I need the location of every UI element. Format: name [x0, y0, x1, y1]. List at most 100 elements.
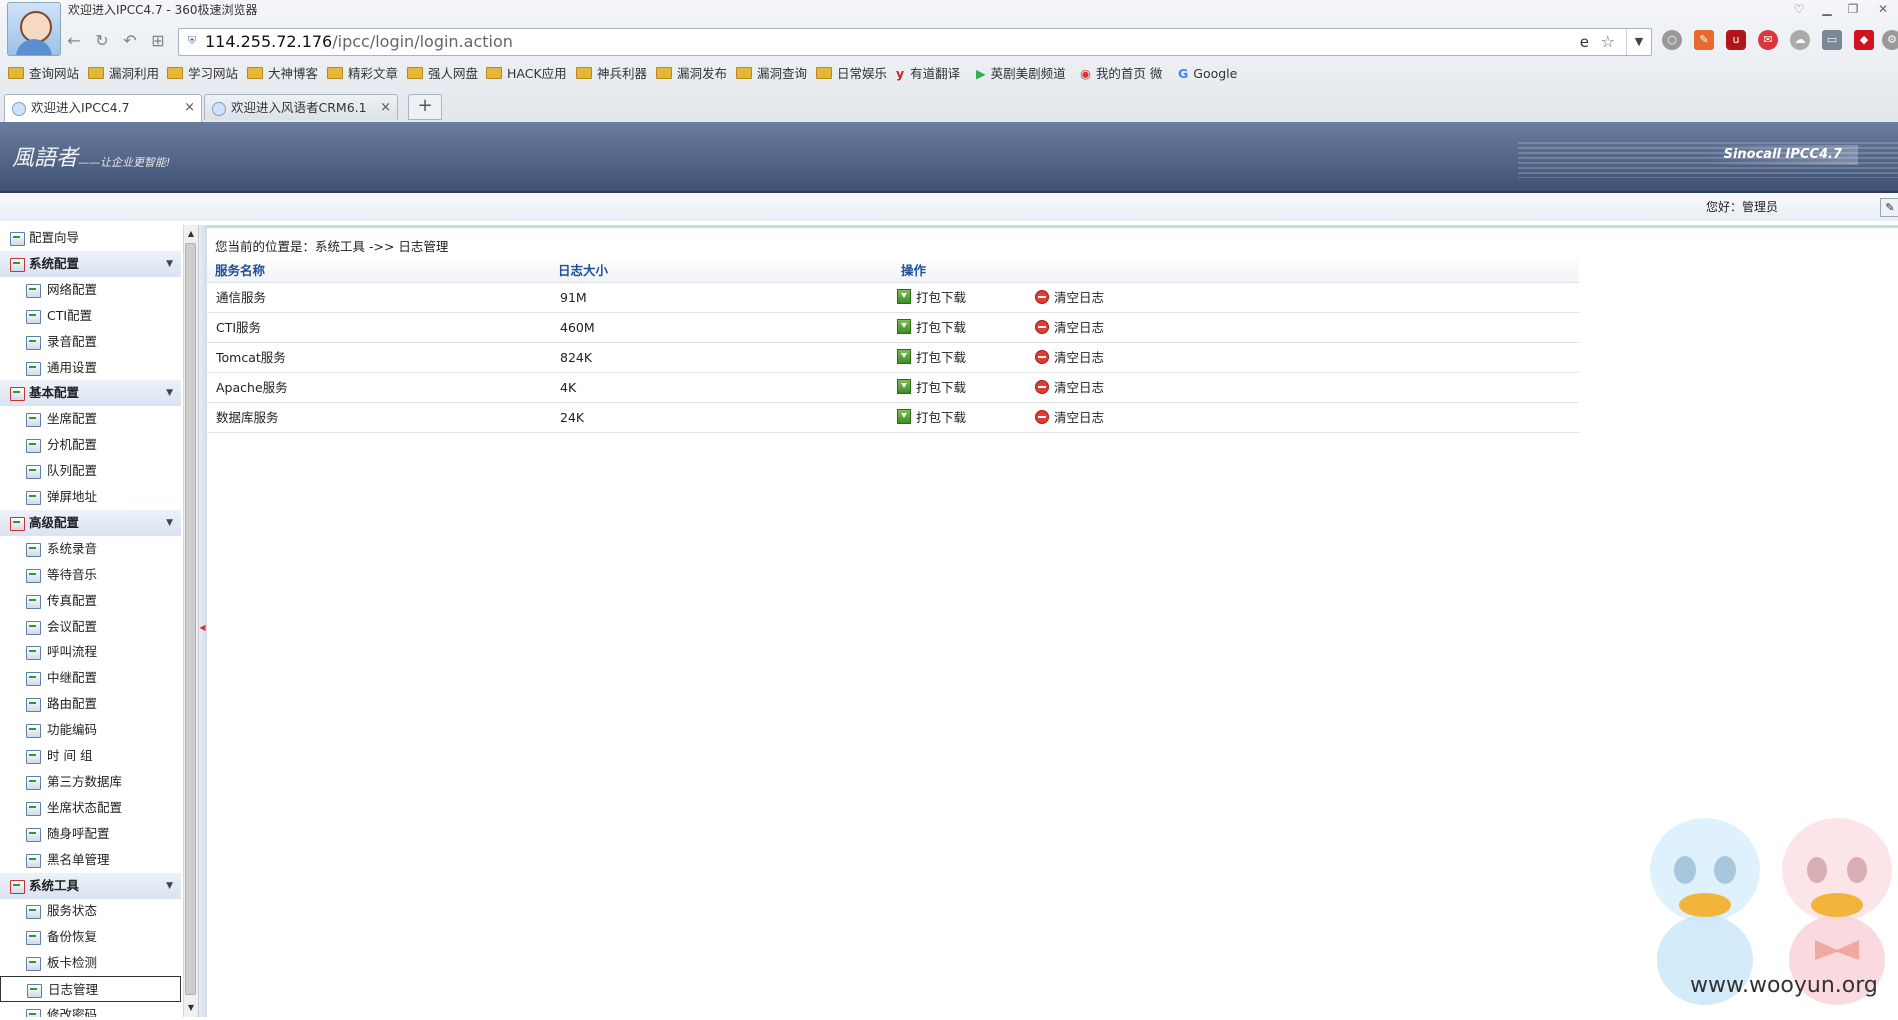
menu-item-icon — [26, 801, 41, 816]
sidebar-item[interactable]: 通用设置 — [0, 355, 181, 381]
refresh-icon[interactable]: ↻ — [92, 31, 112, 51]
address-dropdown-button[interactable]: ▼ — [1626, 29, 1651, 55]
diamond-extension-icon[interactable]: ◆ — [1854, 30, 1874, 50]
download-package-link[interactable]: 打包下载 — [897, 403, 966, 432]
sidebar-item[interactable]: 随身呼配置 — [0, 821, 181, 847]
sidebar-group-header[interactable]: 系统配置 ▼ — [0, 250, 181, 277]
close-tab-icon[interactable]: × — [380, 95, 391, 121]
shirt-icon[interactable]: ♡ — [1790, 1, 1808, 17]
scroll-up-arrow-icon[interactable]: ▲ — [184, 227, 198, 241]
minimize-button[interactable]: ▁ — [1818, 1, 1836, 17]
sidebar-item[interactable]: 日志管理 — [0, 976, 181, 1003]
sidebar-group-header[interactable]: 高级配置 ▼ — [0, 509, 181, 536]
scrollbar-thumb[interactable] — [185, 243, 196, 995]
sidebar-scrollbar[interactable]: ▲ ▼ — [183, 225, 198, 1017]
address-bar[interactable]: ⛨ 114.255.72.176/ipcc/login/login.action… — [178, 28, 1652, 56]
sidebar-item[interactable]: 传真配置 — [0, 588, 181, 614]
bookmark-item[interactable]: 查询网站 — [8, 62, 79, 86]
notification-extension-icon[interactable]: ✉ — [1758, 30, 1778, 50]
collapse-chevron-icon[interactable]: ▼ — [166, 873, 173, 899]
circle-extension-icon[interactable]: ○ — [1662, 30, 1682, 50]
download-package-link[interactable]: 打包下载 — [897, 373, 966, 402]
cloud-extension-icon[interactable]: ☁ — [1790, 30, 1810, 50]
sidebar-item[interactable]: 坐席配置 — [0, 406, 181, 432]
bookmark-item[interactable]: 漏洞利用 — [88, 62, 159, 86]
collapse-chevron-icon[interactable]: ▼ — [166, 380, 173, 406]
wrench-menu-icon[interactable]: ⚙ — [1882, 30, 1898, 50]
sidebar-group-header[interactable]: 基本配置 ▼ — [0, 380, 181, 407]
bookmark-item[interactable]: HACK应用 — [486, 62, 567, 86]
window-extension-icon[interactable]: ▭ — [1822, 30, 1842, 50]
scroll-down-arrow-icon[interactable]: ▼ — [184, 1001, 198, 1015]
clear-log-link[interactable]: 清空日志 — [1035, 373, 1104, 402]
panel-splitter[interactable]: ◀ — [198, 225, 207, 1017]
tab-favicon-icon — [12, 102, 26, 116]
close-tab-icon[interactable]: × — [184, 95, 195, 121]
back-icon[interactable]: ← — [64, 31, 84, 51]
menu-item-icon — [26, 620, 41, 635]
folder-icon — [576, 67, 592, 79]
sidebar-item[interactable]: 时 间 组 — [0, 743, 181, 769]
bookmark-item[interactable]: 精彩文章 — [327, 62, 398, 86]
sidebar-item[interactable]: 板卡检测 — [0, 950, 181, 976]
sidebar-item[interactable]: 系统录音 — [0, 536, 181, 562]
bookmark-item[interactable]: ▶ 英剧美剧频道 — [976, 62, 1066, 86]
new-tab-button[interactable]: + — [408, 94, 442, 120]
bookmark-item[interactable]: G Google — [1178, 62, 1237, 86]
download-package-link[interactable]: 打包下载 — [897, 283, 966, 312]
sidebar-group-header[interactable]: 系统工具 ▼ — [0, 872, 181, 899]
download-package-link[interactable]: 打包下载 — [897, 313, 966, 342]
sidebar-item[interactable]: 弹屏地址 — [0, 484, 181, 510]
bookmark-star-icon[interactable]: ☆ — [1601, 32, 1615, 51]
sidebar-item[interactable]: 路由配置 — [0, 691, 181, 717]
clear-log-link[interactable]: 清空日志 — [1035, 283, 1104, 312]
sidebar-item[interactable]: 等待音乐 — [0, 562, 181, 588]
sidebar-item[interactable]: 服务状态 — [0, 898, 181, 924]
sidebar-item[interactable]: CTI配置 — [0, 303, 181, 329]
close-window-button[interactable]: ✕ — [1874, 1, 1892, 17]
collapse-chevron-icon[interactable]: ▼ — [166, 510, 173, 536]
clear-log-link[interactable]: 清空日志 — [1035, 343, 1104, 372]
restore-button[interactable]: ❐ — [1844, 1, 1862, 17]
bookmark-item[interactable]: 漏洞查询 — [736, 62, 807, 86]
bookmark-item[interactable]: 大神博客 — [247, 62, 318, 86]
bookmark-item[interactable]: 学习网站 — [167, 62, 238, 86]
sidebar-item[interactable]: 呼叫流程 — [0, 639, 181, 665]
stamp-extension-icon[interactable]: ✎ — [1694, 30, 1714, 50]
sidebar-item[interactable]: 录音配置 — [0, 329, 181, 355]
page-info-icon[interactable]: ⛨ — [185, 34, 199, 48]
sidebar-item[interactable]: 备份恢复 — [0, 924, 181, 950]
sidebar-item[interactable]: 配置向导 — [0, 225, 181, 251]
sidebar-item[interactable]: 修改密码 — [0, 1002, 181, 1017]
clear-log-link[interactable]: 清空日志 — [1035, 403, 1104, 432]
download-package-link[interactable]: 打包下载 — [897, 343, 966, 372]
bookmark-item[interactable]: 日常娱乐 — [816, 62, 887, 86]
settings-wrench-icon[interactable]: ✎ — [1880, 198, 1898, 217]
tab-ipcc[interactable]: 欢迎进入IPCC4.7 × — [4, 94, 202, 122]
sidebar-item[interactable]: 会议配置 — [0, 614, 181, 640]
sidebar-item[interactable]: 网络配置 — [0, 277, 181, 303]
tab-crm[interactable]: 欢迎进入风语者CRM6.1 × — [204, 94, 398, 120]
sidebar-item[interactable]: 分机配置 — [0, 432, 181, 458]
collapse-arrow-icon[interactable]: ◀ — [199, 615, 206, 641]
apps-grid-icon[interactable]: ⊞ — [148, 31, 168, 51]
bookmark-item[interactable]: y 有道翻译 — [896, 62, 960, 86]
clear-log-link[interactable]: 清空日志 — [1035, 313, 1104, 342]
ie-engine-icon[interactable]: e — [1580, 33, 1589, 51]
collapse-chevron-icon[interactable]: ▼ — [166, 251, 173, 277]
url-text[interactable]: 114.255.72.176/ipcc/login/login.action — [205, 29, 513, 55]
ublock-icon[interactable]: u — [1726, 30, 1746, 50]
sidebar-item[interactable]: 第三方数据库 — [0, 769, 181, 795]
menu-item-icon — [26, 827, 41, 842]
bookmark-item[interactable]: 漏洞发布 — [656, 62, 727, 86]
user-avatar[interactable] — [7, 2, 61, 56]
sidebar-item[interactable]: 队列配置 — [0, 458, 181, 484]
bookmark-item[interactable]: 神兵利器 — [576, 62, 647, 86]
sidebar-item[interactable]: 功能编码 — [0, 717, 181, 743]
sidebar-item[interactable]: 黑名单管理 — [0, 847, 181, 873]
sidebar-item[interactable]: 坐席状态配置 — [0, 795, 181, 821]
bookmark-item[interactable]: 强人网盘 — [407, 62, 478, 86]
bookmark-item[interactable]: ◉ 我的首页 微 — [1080, 62, 1162, 86]
sidebar-item[interactable]: 中继配置 — [0, 665, 181, 691]
undo-close-icon[interactable]: ↶ — [120, 31, 140, 51]
